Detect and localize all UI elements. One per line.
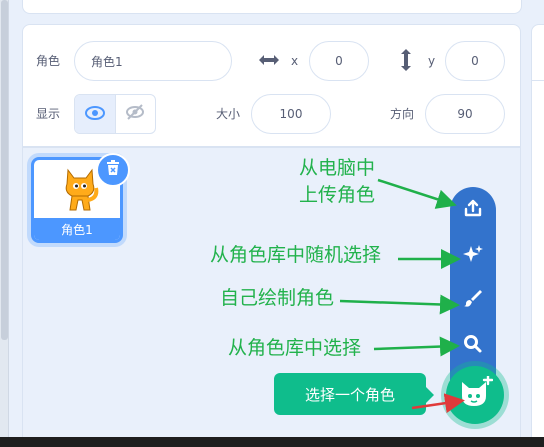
bottom-bar [0,437,544,447]
arrow-search [373,336,460,357]
annotation-arrows [339,178,465,414]
arrow-main-button [411,393,465,414]
arrow-upload [377,178,457,209]
arrow-paint [339,294,460,315]
